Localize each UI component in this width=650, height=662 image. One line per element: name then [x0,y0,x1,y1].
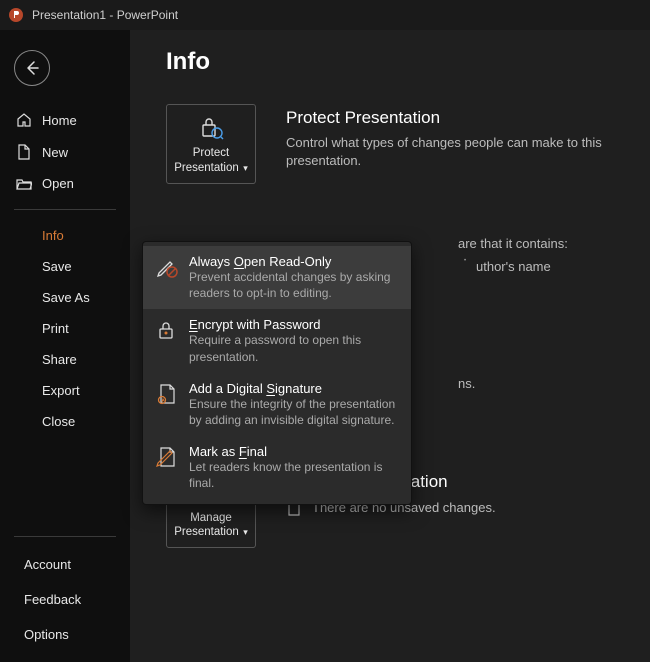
nav-feedback[interactable]: Feedback [0,582,130,617]
titlebar: Presentation1 - PowerPoint [0,0,650,30]
nav-options[interactable]: Options [0,617,130,652]
nav-close[interactable]: Close [0,406,130,437]
nav-close-label: Close [42,414,75,429]
menu-item-title: Mark as Final [189,444,399,459]
info-content: Info Protect Presentation ▾ Pr [130,30,650,662]
nav-export[interactable]: Export [0,375,130,406]
protect-title: Protect Presentation [286,108,620,128]
nav-new[interactable]: New [0,136,130,168]
manage-button-label: Manage Presentation ▾ [174,511,248,540]
chevron-down-icon: ▾ [241,527,248,537]
protect-presentation-button[interactable]: Protect Presentation ▾ [166,104,256,184]
nav-print-label: Print [42,321,69,336]
backstage-sidebar: Home New Open Info Save Save As [0,30,130,662]
chevron-down-icon: ▾ [241,163,248,173]
nav-feedback-label: Feedback [24,592,81,607]
home-icon [16,112,32,128]
nav-share[interactable]: Share [0,344,130,375]
nav-account-label: Account [24,557,71,572]
menu-add-digital-signature[interactable]: Add a Digital Signature Ensure the integ… [143,373,411,436]
nav-save[interactable]: Save [0,251,130,282]
protect-body: Protect Presentation Control what types … [286,104,620,184]
nav-home-label: Home [42,113,77,128]
signature-icon [155,381,179,428]
protect-dropdown: Always Open Read-Only Prevent accidental… [142,241,412,505]
separator [14,536,116,537]
nav-new-label: New [42,145,68,160]
menu-encrypt-with-password[interactable]: Encrypt with Password Require a password… [143,309,411,372]
protect-section: Protect Presentation ▾ Protect Presentat… [166,104,620,184]
nav-open-label: Open [42,176,74,191]
menu-item-title: Add a Digital Signature [189,381,399,396]
menu-item-desc: Ensure the integrity of the presentation… [189,396,399,428]
menu-item-desc: Require a password to open this presenta… [189,332,399,364]
final-icon [155,444,179,491]
protect-button-label: Protect Presentation ▾ [174,146,248,175]
lock-icon [197,113,225,141]
new-icon [16,144,32,160]
nav-info[interactable]: Info [0,220,130,251]
back-button[interactable] [14,50,50,86]
open-icon [16,177,32,191]
inspect-visible-text: are that it contains: uthor's name ns. [454,234,620,394]
nav-home[interactable]: Home [0,104,130,136]
nav-print[interactable]: Print [0,313,130,344]
nav-save-label: Save [42,259,72,274]
window-title: Presentation1 - PowerPoint [32,8,178,22]
nav-account[interactable]: Account [0,547,130,582]
nav-share-label: Share [42,352,77,367]
protect-desc: Control what types of changes people can… [286,134,620,170]
nav-save-as-label: Save As [42,290,90,305]
nav-save-as[interactable]: Save As [0,282,130,313]
sidebar-bottom: Account Feedback Options [0,526,130,662]
page-title: Info [166,48,620,76]
nav-open[interactable]: Open [0,168,130,199]
nav-info-label: Info [42,228,64,243]
main: Home New Open Info Save Save As [0,30,650,662]
powerpoint-icon [8,7,24,23]
menu-always-open-read-only[interactable]: Always Open Read-Only Prevent accidental… [143,246,411,309]
back-arrow-icon [24,60,40,76]
nav-options-label: Options [24,627,69,642]
menu-item-desc: Prevent accidental changes by asking rea… [189,269,399,301]
read-only-icon [155,254,179,301]
menu-item-title: Encrypt with Password [189,317,399,332]
nav-export-label: Export [42,383,80,398]
menu-item-title: Always Open Read-Only [189,254,399,269]
menu-mark-as-final[interactable]: Mark as Final Let readers know the prese… [143,436,411,499]
separator [14,209,116,210]
menu-item-desc: Let readers know the presentation is fin… [189,459,399,491]
encrypt-icon [155,317,179,364]
